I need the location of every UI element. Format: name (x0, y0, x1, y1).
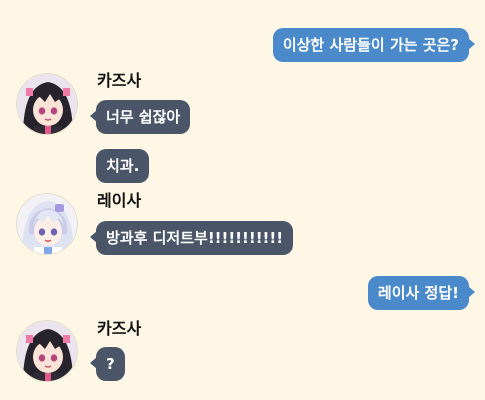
kazusa-avatar[interactable] (16, 73, 78, 135)
reisa-avatar[interactable] (16, 193, 78, 255)
incoming-message-bubble: 치과. (96, 149, 150, 183)
sender-name-kazusa: 카즈사 (97, 71, 142, 90)
incoming-message-bubble: 방과후 디저트부!!!!!!!!!!! (89, 221, 294, 255)
kazusa-avatar[interactable] (16, 320, 78, 382)
kazusa-avatar-image (17, 74, 77, 134)
incoming-message-bubble: ? (90, 347, 125, 381)
kazusa-avatar-image (17, 321, 77, 381)
outgoing-message-bubble: 이상한 사람들이 가는 곳은? (272, 28, 476, 62)
sender-name-kazusa: 카즈사 (97, 319, 142, 338)
incoming-message-bubble: 너무 쉽잖아 (89, 100, 191, 134)
sender-name-reisa: 레이사 (97, 191, 142, 210)
reisa-avatar-image (17, 194, 77, 254)
outgoing-message-bubble: 레이사 정답! (367, 276, 476, 310)
